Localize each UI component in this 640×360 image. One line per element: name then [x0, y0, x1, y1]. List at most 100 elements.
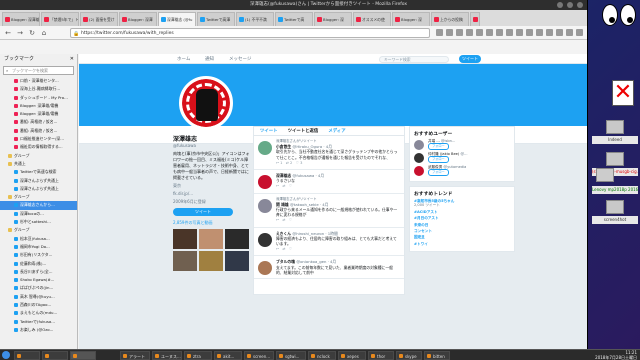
- bookmark-item[interactable]: ぱばぴぷぺの(jin...: [0, 284, 77, 292]
- task-item[interactable]: akit...: [214, 351, 242, 360]
- task-item[interactable]: skype: [396, 351, 422, 360]
- suggestion-item[interactable]: 井端 ... @isbn... フォロー: [414, 139, 510, 152]
- profile-link[interactable]: fk.dir.jp/...: [173, 191, 251, 197]
- bookmark-item[interactable]: 番組: 高格遊 / 仮名...: [0, 118, 77, 126]
- browser-tab[interactable]: (2) 面接を受け: [80, 12, 118, 26]
- task-item[interactable]: ztra: [184, 351, 212, 360]
- task-item-firefox[interactable]: [70, 351, 96, 360]
- follow-button[interactable]: フォロー: [428, 156, 449, 163]
- bookmark-search-input[interactable]: ブックマークを検索: [3, 66, 74, 75]
- extension-icon[interactable]: [496, 29, 503, 36]
- tweet-avatar[interactable]: [258, 141, 272, 155]
- extension-icon[interactable]: [456, 29, 463, 36]
- browser-tab[interactable]: Blogger: 深澤雄: [2, 12, 40, 26]
- sidebar-close-icon[interactable]: ✕: [70, 54, 74, 64]
- profile-avatar[interactable]: [179, 76, 233, 130]
- browser-tab[interactable]: (1) 不平不満: [236, 12, 274, 26]
- extension-icon[interactable]: [516, 29, 523, 36]
- bookmark-item[interactable]: Blogger: 深澤雄/電機: [0, 110, 77, 118]
- suggestion-avatar[interactable]: [414, 140, 424, 150]
- tweet-actions[interactable]: ↩ ⇄ ♡: [276, 184, 400, 189]
- task-item[interactable]: nclock: [308, 351, 336, 360]
- bookmark-item[interactable]: ロ前・深澤雄センタ...: [0, 77, 77, 85]
- new-tab-button[interactable]: +: [470, 12, 480, 26]
- bookmark-item[interactable]: Twitterで高速な検索: [0, 168, 77, 176]
- task-item[interactable]: [14, 351, 40, 360]
- browser-tab-active[interactable]: 深澤雄志 (@fu: [158, 12, 196, 26]
- browser-tab[interactable]: Blogger: 深: [314, 12, 352, 26]
- bookmark-item[interactable]: Blogger: 深澤雄/電機: [0, 102, 77, 110]
- suggestion-item[interactable]: 武藤俊男 @yutomedia フォロー: [414, 165, 510, 178]
- bookmark-item[interactable]: 杉中とsotteshi...: [0, 218, 77, 226]
- twitter-search-input[interactable]: キーワード検索: [379, 56, 449, 63]
- tweet-avatar[interactable]: [258, 198, 272, 213]
- bookmark-item[interactable]: 佐藤和寿(株)...: [0, 260, 77, 268]
- media-thumb[interactable]: [173, 251, 197, 271]
- task-item[interactable]: bitten: [424, 351, 450, 360]
- bookmark-item[interactable]: 番組: 高格遊 / 仮名...: [0, 127, 77, 135]
- browser-tab[interactable]: Blogger: 深: [392, 12, 430, 26]
- bookmark-folder[interactable]: グループ: [0, 226, 77, 234]
- extension-icon[interactable]: [566, 29, 573, 36]
- trend-item[interactable]: #月日のアスト: [414, 216, 510, 220]
- start-menu-icon[interactable]: [2, 351, 10, 359]
- bookmark-folder[interactable]: 共通上: [0, 160, 77, 168]
- nav-home[interactable]: ホーム: [177, 56, 190, 62]
- extension-icon[interactable]: [556, 29, 563, 36]
- tweet-avatar[interactable]: [258, 232, 272, 247]
- home-icon[interactable]: ⌂: [40, 29, 48, 37]
- extension-icon[interactable]: [446, 29, 453, 36]
- close-icon[interactable]: [577, 2, 583, 8]
- task-item[interactable]: xepes: [338, 351, 366, 360]
- media-thumb[interactable]: [173, 229, 197, 249]
- bookmark-item[interactable]: 深澤さんぶらず共通上: [0, 177, 77, 185]
- browser-tab[interactable]: Twitterで高澤: [197, 12, 235, 26]
- bookmark-item[interactable]: 松本亘(fukusa...: [0, 235, 77, 243]
- bookmark-item[interactable]: 深澤さんぶらず共通上: [0, 185, 77, 193]
- browser-tab[interactable]: Twitterで高: [275, 12, 313, 26]
- bookmark-item[interactable]: お楽しみ (@Ozo...: [0, 326, 77, 334]
- suggestion-avatar[interactable]: [414, 153, 424, 163]
- browser-tab[interactable]: 上からの投稿: [431, 12, 469, 26]
- media-thumb[interactable]: [225, 229, 249, 249]
- media-thumb[interactable]: [199, 251, 223, 271]
- media-thumb[interactable]: [225, 251, 249, 271]
- trend-item[interactable]: 国定旦: [414, 235, 510, 239]
- desktop-label-4[interactable]: screen4hot: [592, 216, 638, 224]
- extension-icon[interactable]: [526, 29, 533, 36]
- nav-notifications[interactable]: 通知: [205, 56, 214, 62]
- task-item[interactable]: アラート: [120, 351, 150, 360]
- trend-item[interactable]: #ACIDアスト: [414, 210, 510, 214]
- bookmark-item[interactable]: ロ福祉推進センター/深...: [0, 135, 77, 143]
- menu-icon[interactable]: [576, 29, 583, 36]
- tweet-actions[interactable]: ↩ 1 ⇄ 2 ♡ 3: [276, 161, 400, 166]
- bookmark-item[interactable]: 杉田有(リスクタ...: [0, 251, 77, 259]
- extension-icon[interactable]: [536, 29, 543, 36]
- bookmark-folder[interactable]: グループ: [0, 152, 77, 160]
- clock[interactable]: 11:21 2018年7月28日土曜日: [595, 350, 637, 360]
- url-bar[interactable]: 🔒 https://twitter.com/fukusawa/with_repl…: [70, 28, 430, 38]
- close-x-widget-icon[interactable]: ✕: [612, 80, 634, 106]
- bookmark-item[interactable]: 長谷川あずら(全...: [0, 268, 77, 276]
- follow-button[interactable]: フォロー: [428, 143, 449, 150]
- bookmark-item[interactable]: 深海上谷-難病縁取行...: [0, 85, 77, 93]
- trend-item[interactable]: コンセント: [414, 229, 510, 233]
- tweet-item[interactable]: 深澤雄志 @fukusawa · 4月 うるさいな ↩ ⇄ ♡: [254, 170, 404, 194]
- trend-item[interactable]: 未来の日: [414, 223, 510, 227]
- bookmark-item[interactable]: Shoko Egawa(#...: [0, 276, 77, 284]
- bookmark-item[interactable]: ダッシュボード - My Pro...: [0, 94, 77, 102]
- reload-icon[interactable]: ↻: [28, 29, 36, 37]
- tweet-item[interactable]: ブタルの魂 @onionkoa_gen · 4月 支えてます。この前毎年数にで見…: [254, 256, 404, 280]
- minimize-icon[interactable]: [557, 2, 563, 8]
- tweet-item[interactable]: えきくん @hiroshi_neuron · 1時間 障害の経済もより、住居的に…: [254, 228, 404, 257]
- nav-messages[interactable]: メッセージ: [229, 56, 251, 62]
- bookmark-item[interactable]: まえもとんの(mdu...: [0, 309, 77, 317]
- bookmark-item[interactable]: 福岡市Yogi Do...: [0, 243, 77, 251]
- suggestion-avatar[interactable]: [414, 166, 424, 176]
- tab-media[interactable]: メディア: [328, 127, 345, 135]
- tweet-item[interactable]: 深澤雄志さんがリツイート 関 靖雄 @takaoh_sekie · 4月 行政か…: [254, 194, 404, 228]
- profile-tweet-button[interactable]: ツイート: [173, 208, 233, 216]
- task-item[interactable]: [42, 351, 68, 360]
- suggestion-item[interactable]: 仲村隆 (Jakio Bee) @... フォロー: [414, 152, 510, 165]
- back-icon[interactable]: ←: [4, 29, 12, 37]
